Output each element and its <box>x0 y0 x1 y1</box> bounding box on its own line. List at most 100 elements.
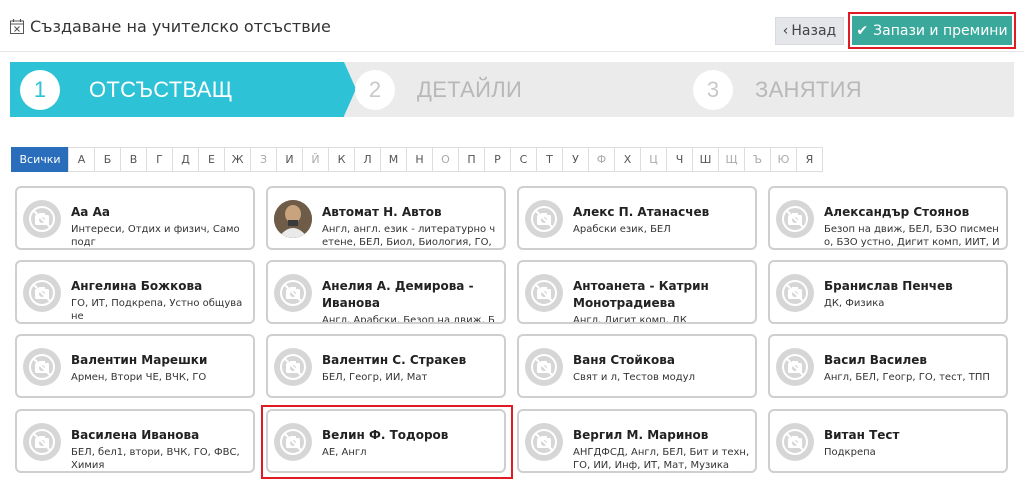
teacher-card[interactable]: Ангелина Божкова ГО, ИТ, Подкрепа, Устно … <box>15 260 255 324</box>
teacher-card[interactable]: Вергил М. Маринов АНГДФСД, Англ, БЕЛ, Бит… <box>517 409 757 473</box>
teacher-card[interactable]: Антоанета - Катрин Монотрадиева Англ, Диг… <box>517 260 757 324</box>
selected-card-highlight <box>261 405 513 479</box>
filter-letter-button[interactable]: Г <box>146 147 173 172</box>
wizard-steps: 1 ОТСЪСТВАЩ 2 ДЕТАЙЛИ 3 ЗАНЯТИЯ <box>10 62 1014 117</box>
step-lessons[interactable]: 3 ЗАНЯТИЯ <box>693 62 862 117</box>
filter-letter-button[interactable]: З <box>250 147 277 172</box>
avatar <box>776 423 814 461</box>
no-photo-camera-icon <box>531 280 557 306</box>
filter-letter-button[interactable]: Щ <box>718 147 745 172</box>
teacher-card[interactable]: Витан Тест Подкрепа <box>768 409 1008 473</box>
teacher-subjects: Безоп на движ, БЕЛ, БЗО писмен о, БЗО ус… <box>824 224 1000 248</box>
filter-letter-button[interactable]: Ч <box>666 147 693 172</box>
teacher-info: Валентин Марешки Армен, Втори ЧЕ, ВЧК, ГО <box>71 352 249 384</box>
teacher-info: Бранислав Пенчев ДК, Физика <box>824 278 1002 310</box>
teacher-card[interactable]: Аа Аа Интереси, Отдих и физич, Само подг <box>15 186 255 250</box>
filter-letter-button[interactable]: Ц <box>640 147 667 172</box>
filter-letter-button[interactable]: Н <box>406 147 433 172</box>
avatar <box>274 348 312 386</box>
page-header: Създаване на учителско отсъствие ‹ Назад… <box>0 0 1024 52</box>
teacher-info: Витан Тест Подкрепа <box>824 427 1002 459</box>
step-number: 3 <box>693 69 733 110</box>
filter-letter-button[interactable]: Е <box>198 147 225 172</box>
filter-letter-button[interactable]: Ф <box>588 147 615 172</box>
back-button[interactable]: ‹ Назад <box>775 17 844 45</box>
teacher-subjects: ГО, ИТ, Подкрепа, Устно общува не <box>71 298 243 322</box>
filter-letter-button[interactable]: В <box>120 147 147 172</box>
teacher-subjects: Свят и л, Тестов модул <box>573 372 695 383</box>
teacher-name: Автомат Н. Автов <box>322 205 442 219</box>
teacher-card[interactable]: Васил Василев Англ, БЕЛ, Геогр, ГО, тест,… <box>768 334 1008 398</box>
teacher-card[interactable]: Ваня Стойкова Свят и л, Тестов модул <box>517 334 757 398</box>
save-and-continue-button[interactable]: ✔ Запази и премини <box>852 16 1012 45</box>
teacher-name: Васил Василев <box>824 353 928 367</box>
no-photo-camera-icon <box>782 354 808 380</box>
teacher-name: Валентин Марешки <box>71 353 208 367</box>
filter-letter-button[interactable]: С <box>510 147 537 172</box>
teacher-info: Валентин С. Стракев БЕЛ, Геогр, ИИ, Мат <box>322 352 500 384</box>
filter-letter-button[interactable]: Л <box>354 147 381 172</box>
teacher-card[interactable]: Анелия А. Демирова - Иванова Англ, Арабск… <box>266 260 506 324</box>
teacher-card[interactable]: Василена Иванова БЕЛ, бел1, втори, ВЧК, Г… <box>15 409 255 473</box>
teacher-info: Антоанета - Катрин Монотрадиева Англ, Диг… <box>573 278 751 322</box>
teacher-subjects: Англ, Арабски, Безоп на движ, Б <box>322 315 495 324</box>
filter-letter-button[interactable]: Ж <box>224 147 251 172</box>
filter-letter-button[interactable]: Я <box>796 147 823 172</box>
avatar <box>525 423 563 461</box>
teacher-name: Анелия А. Демирова - Иванова <box>322 279 474 310</box>
filter-letter-button[interactable]: Ъ <box>744 147 771 172</box>
filter-letter-button[interactable]: Б <box>94 147 121 172</box>
calendar-x-icon <box>10 19 24 34</box>
teacher-info: Ваня Стойкова Свят и л, Тестов модул <box>573 352 751 384</box>
teacher-info: Василена Иванова БЕЛ, бел1, втори, ВЧК, Г… <box>71 427 249 471</box>
teacher-card[interactable]: Автомат Н. Автов Англ, англ. език - литер… <box>266 186 506 250</box>
step-number: 1 <box>20 69 60 110</box>
filter-letter-button[interactable]: О <box>432 147 459 172</box>
teacher-info: Аа Аа Интереси, Отдих и физич, Само подг <box>71 204 249 248</box>
avatar <box>23 423 61 461</box>
step-label: ДЕТАЙЛИ <box>417 76 523 102</box>
step-details[interactable]: 2 ДЕТАЙЛИ <box>355 62 522 117</box>
no-photo-camera-icon <box>29 429 55 455</box>
teacher-card[interactable]: Александър Стоянов Безоп на движ, БЕЛ, БЗ… <box>768 186 1008 250</box>
back-button-label: Назад <box>791 23 837 39</box>
filter-letter-button[interactable]: Ю <box>770 147 797 172</box>
teacher-card[interactable]: Бранислав Пенчев ДК, Физика <box>768 260 1008 324</box>
filter-letter-button[interactable]: А <box>68 147 95 172</box>
avatar <box>776 348 814 386</box>
teacher-name: Василена Иванова <box>71 428 200 442</box>
step-label: ОТСЪСТВАЩ <box>89 76 233 102</box>
filter-letter-button[interactable]: П <box>458 147 485 172</box>
teacher-subjects: Арабски език, БЕЛ <box>573 224 671 235</box>
step-absent[interactable]: 1 ОТСЪСТВАЩ <box>10 62 344 117</box>
filter-letter-button[interactable]: Ш <box>692 147 719 172</box>
filter-letter-button[interactable]: У <box>562 147 589 172</box>
teacher-subjects: Подкрепа <box>824 447 876 458</box>
filter-letter-button[interactable]: Х <box>614 147 641 172</box>
filter-letter-button[interactable]: К <box>328 147 355 172</box>
filter-letter-button[interactable]: Т <box>536 147 563 172</box>
avatar <box>525 348 563 386</box>
teacher-name: Александър Стоянов <box>824 205 970 219</box>
no-photo-camera-icon <box>29 354 55 380</box>
filter-letter-button[interactable]: Р <box>484 147 511 172</box>
avatar <box>274 200 312 238</box>
no-photo-camera-icon <box>531 429 557 455</box>
checkmark-icon: ✔ <box>856 22 869 39</box>
teacher-name: Ваня Стойкова <box>573 353 675 367</box>
filter-letter-button[interactable]: Д <box>172 147 199 172</box>
page-title-text: Създаване на учителско отсъствие <box>30 17 331 36</box>
teacher-card[interactable]: Алекс П. Атанасчев Арабски език, БЕЛ <box>517 186 757 250</box>
teacher-name: Бранислав Пенчев <box>824 279 953 293</box>
teacher-card[interactable]: Валентин Марешки Армен, Втори ЧЕ, ВЧК, ГО <box>15 334 255 398</box>
teacher-subjects: ДК, Физика <box>824 298 885 309</box>
avatar <box>525 274 563 312</box>
filter-letter-button[interactable]: Й <box>302 147 329 172</box>
teacher-info: Васил Василев Англ, БЕЛ, Геогр, ГО, тест,… <box>824 352 1002 384</box>
chevron-left-icon: ‹ <box>782 23 789 39</box>
filter-all-button[interactable]: Всички <box>11 147 69 172</box>
filter-letter-button[interactable]: И <box>276 147 303 172</box>
teacher-card[interactable]: Валентин С. Стракев БЕЛ, Геогр, ИИ, Мат <box>266 334 506 398</box>
teacher-info: Ангелина Божкова ГО, ИТ, Подкрепа, Устно … <box>71 278 249 322</box>
filter-letter-button[interactable]: М <box>380 147 407 172</box>
